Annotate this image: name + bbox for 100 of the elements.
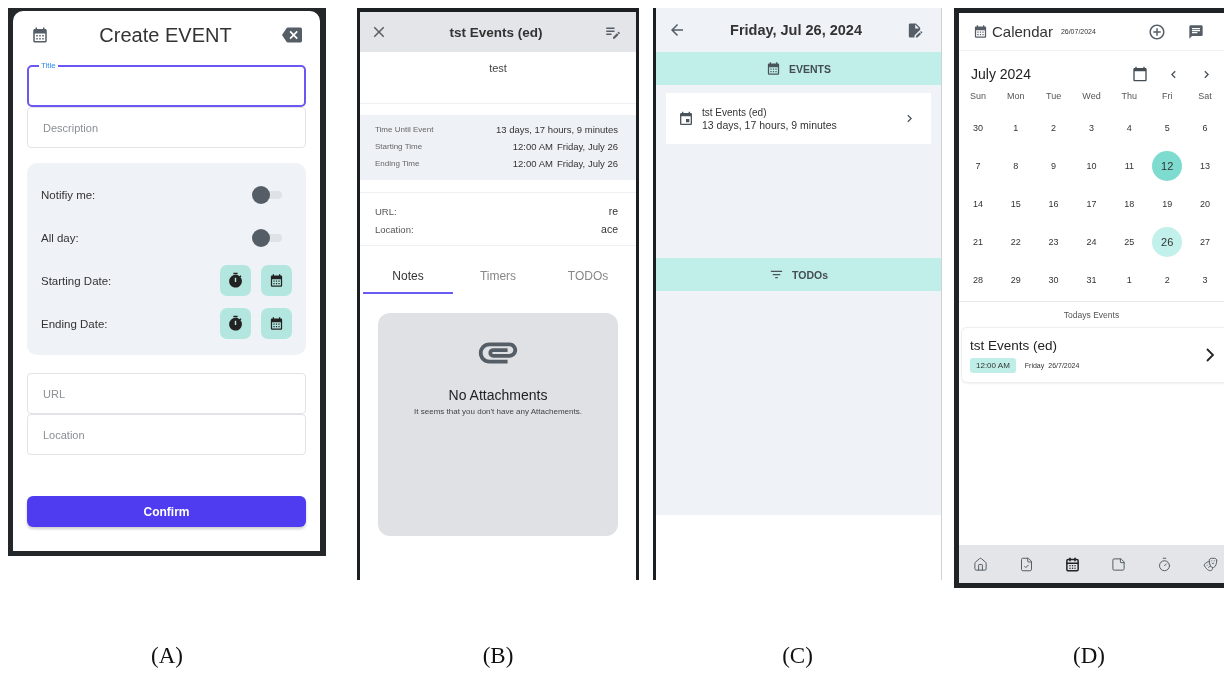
calendar-day[interactable]: 10	[1076, 151, 1107, 181]
note-icon	[1111, 556, 1126, 572]
calendar-icon[interactable]	[1132, 66, 1148, 82]
calendar-day[interactable]: 1	[1114, 265, 1145, 295]
calendar-day[interactable]: 31	[1076, 265, 1107, 295]
figure-caption: (A)	[151, 643, 183, 669]
setting-label: Notifiy me:	[41, 188, 96, 201]
calendar-day[interactable]: 15	[1000, 189, 1031, 219]
calendar-day[interactable]: 27	[1190, 227, 1221, 257]
weekday-label: Tue	[1045, 91, 1063, 103]
calendar-day[interactable]: 11	[1114, 151, 1145, 181]
calendar-day[interactable]: 2	[1152, 265, 1183, 295]
empty-state-title: No Attachments	[448, 387, 548, 403]
date-picker-button[interactable]	[261, 308, 292, 339]
calendar-day[interactable]: 26	[1152, 227, 1183, 257]
setting-label: All day:	[41, 231, 79, 244]
weekday-label: Mon	[1006, 91, 1026, 103]
calendar-day[interactable]: 25	[1114, 227, 1145, 257]
home-icon	[973, 556, 988, 572]
calendar-day[interactable]: 3	[1190, 265, 1221, 295]
edit-document-icon[interactable]	[906, 21, 923, 39]
section-title: TODOs	[792, 268, 828, 281]
time-value: 12:00 AM	[512, 158, 553, 169]
calendar-day[interactable]: 6	[1190, 113, 1221, 143]
info-label: URL:	[375, 205, 397, 217]
calendar-day[interactable]: 1	[1000, 113, 1031, 143]
stopwatch-icon	[1157, 556, 1172, 572]
toggle-switch[interactable]	[252, 185, 282, 204]
setting-label: Ending Date:	[41, 317, 108, 330]
calendar-icon	[1065, 556, 1080, 572]
nav-item[interactable]	[1065, 556, 1080, 572]
text-field[interactable]: URL	[27, 373, 306, 414]
calendar-day[interactable]: 16	[1038, 189, 1069, 219]
tab[interactable]: TODOs	[543, 260, 633, 294]
calendar-icon	[766, 61, 781, 76]
calendar-day[interactable]: 7	[962, 151, 993, 181]
calendar-day[interactable]: 12	[1152, 151, 1183, 181]
time-picker-button[interactable]	[220, 308, 251, 339]
chevron-right-icon	[1206, 348, 1214, 362]
section-title: EVENTS	[789, 62, 831, 75]
section-title: Todays Events	[1063, 309, 1120, 320]
event-card[interactable]: tst Events (ed) 13 days, 17 hours, 9 minutes	[666, 93, 931, 144]
chat-icon[interactable]	[1188, 23, 1204, 40]
title-field[interactable]: Title	[27, 61, 306, 107]
figure-caption: (B)	[482, 643, 514, 669]
calendar-day[interactable]: 4	[1114, 113, 1145, 143]
weekday-label: Thu	[1120, 91, 1139, 103]
theater-masks-icon	[1203, 556, 1218, 572]
month-title: July 2024	[971, 66, 1032, 82]
event-icon	[678, 110, 694, 127]
calendar-day[interactable]: 9	[1038, 151, 1069, 181]
calendar-day[interactable]: 22	[1000, 227, 1031, 257]
figure-caption: (C)	[782, 643, 813, 669]
time-value: 12:00 AM	[512, 141, 553, 152]
tab[interactable]: Notes	[363, 260, 453, 294]
calendar-day[interactable]: 13	[1190, 151, 1221, 181]
toggle-switch[interactable]	[252, 228, 282, 247]
calendar-icon	[973, 24, 988, 39]
empty-state-message: It seems that you don't have any Attachements.	[413, 407, 583, 418]
calendar-icon	[269, 316, 284, 331]
calendar-day[interactable]: 5	[1152, 113, 1183, 143]
clear-icon[interactable]	[282, 25, 302, 45]
calendar-day[interactable]: 28	[962, 265, 993, 295]
stopwatch-icon	[227, 272, 244, 289]
calendar-day[interactable]: 24	[1076, 227, 1107, 257]
calendar-day[interactable]: 2	[1038, 113, 1069, 143]
calendar-day[interactable]: 19	[1152, 189, 1183, 219]
time-picker-button[interactable]	[220, 265, 251, 296]
calendar-day[interactable]: 30	[962, 113, 993, 143]
description-field[interactable]: Description	[27, 107, 306, 148]
app-title: Calendar	[992, 23, 1053, 40]
info-value: re	[608, 205, 618, 217]
calendar-day[interactable]: 3	[1076, 113, 1107, 143]
event-countdown: 13 days, 17 hours, 9 minutes	[702, 118, 838, 131]
stopwatch-icon	[227, 315, 244, 332]
date-value: Friday, July 26	[556, 158, 618, 169]
weekday-label: Fri	[1160, 91, 1174, 103]
calendar-day[interactable]: 23	[1038, 227, 1069, 257]
day-title: Friday, Jul 26, 2024	[730, 22, 862, 38]
calendar-day[interactable]: 8	[1000, 151, 1031, 181]
calendar-day[interactable]: 30	[1038, 265, 1069, 295]
setting-label: Starting Date:	[41, 274, 112, 287]
date-value: Friday, July 26	[556, 141, 618, 152]
calendar-day[interactable]: 20	[1190, 189, 1221, 219]
confirm-button[interactable]: Confirm	[27, 496, 306, 527]
figure-caption: (D)	[1073, 643, 1105, 669]
calendar-day[interactable]: 14	[962, 189, 993, 219]
text-field[interactable]: Location	[27, 414, 306, 455]
calendar-day[interactable]: 29	[1000, 265, 1031, 295]
calendar-day[interactable]: 18	[1114, 189, 1145, 219]
tab[interactable]: Timers	[453, 260, 543, 294]
calendar-day[interactable]: 17	[1076, 189, 1107, 219]
document-check-icon	[1019, 556, 1034, 572]
event-title: tst Events (ed)	[970, 337, 1059, 353]
add-icon[interactable]	[1148, 22, 1166, 41]
info-label: Location:	[375, 223, 414, 235]
date-picker-button[interactable]	[261, 265, 292, 296]
calendar-icon[interactable]	[31, 26, 49, 44]
calendar-day[interactable]: 21	[962, 227, 993, 257]
time-tag: 12:00 AM	[970, 357, 1016, 373]
